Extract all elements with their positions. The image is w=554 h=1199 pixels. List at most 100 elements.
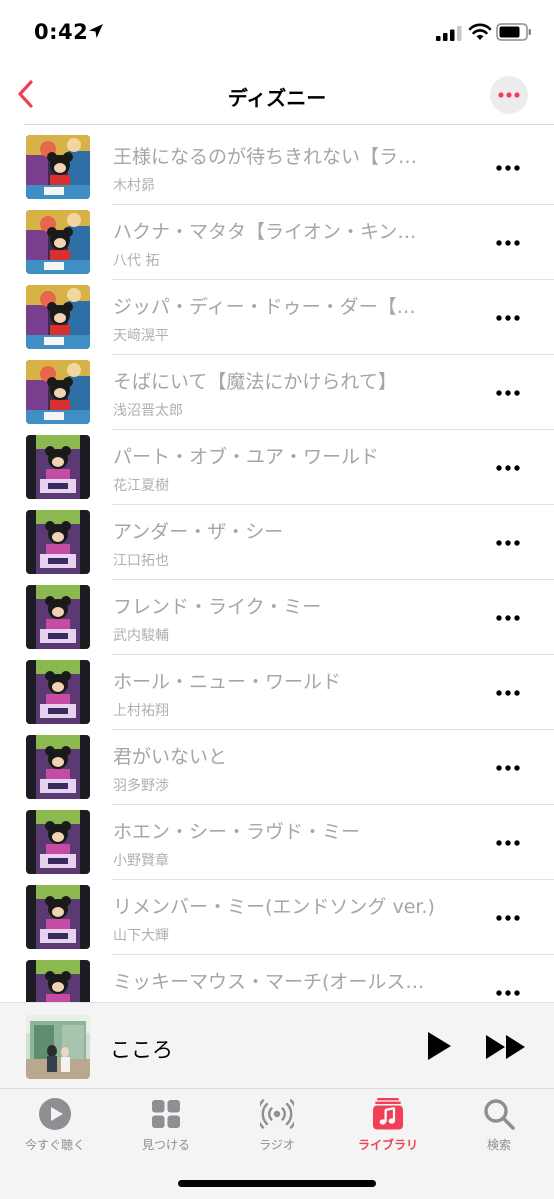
ellipsis-icon <box>496 840 520 846</box>
song-more-button[interactable] <box>492 156 526 180</box>
ellipsis-icon <box>496 165 520 171</box>
song-title: ハクナ・マタタ【ライオン・キン… <box>113 221 417 243</box>
song-artist: 武内駿輔 <box>113 628 169 644</box>
song-title: パート・オブ・ユア・ワールド <box>113 446 380 468</box>
song-row[interactable]: ハクナ・マタタ【ライオン・キン… 八代 拓 <box>0 205 554 280</box>
tab-label: ライブラリ <box>357 1138 418 1152</box>
tab-browse[interactable]: 見つける <box>111 1089 221 1159</box>
divider <box>24 124 554 125</box>
song-row[interactable]: パート・オブ・ユア・ワールド花江夏樹 <box>0 430 554 505</box>
battery-icon <box>496 23 531 41</box>
tab-radio[interactable]: ラジオ <box>222 1089 332 1159</box>
song-more-button[interactable] <box>492 606 526 630</box>
play-button[interactable] <box>424 1030 454 1062</box>
song-title: ホエン・シー・ラヴド・ミー <box>113 821 361 843</box>
album-artwork <box>26 885 90 949</box>
album-artwork <box>26 660 90 724</box>
more-options-button[interactable] <box>490 76 528 114</box>
ellipsis-icon <box>496 240 520 246</box>
song-list[interactable]: 王様になるのが待ちきれない【ラ… 木村昴ハクナ・マタタ【ライオン・キン… 八代 拓ジ… <box>0 130 554 1002</box>
album-artwork <box>26 360 90 424</box>
song-title: 王様になるのが待ちきれない【ラ… <box>113 146 418 168</box>
album-artwork <box>26 735 90 799</box>
ellipsis-icon <box>496 465 520 471</box>
song-title: ミッキーマウス・マーチ(オールス… <box>113 971 425 993</box>
music-library-icon <box>373 1098 403 1130</box>
ellipsis-icon <box>496 615 520 621</box>
song-row[interactable]: リメンバー・ミー(エンドソング ver.) 山下大輝 <box>0 880 554 955</box>
tab-listen-now[interactable]: 今すぐ聴く <box>0 1089 110 1159</box>
cellular-signal-icon <box>436 26 462 41</box>
now-playing-artwork[interactable] <box>26 1015 90 1079</box>
song-more-button[interactable] <box>492 831 526 855</box>
ellipsis-icon <box>496 315 520 321</box>
song-artist: 八代 拓 <box>113 253 160 269</box>
ellipsis-icon <box>496 990 520 996</box>
song-title: リメンバー・ミー(エンドソング ver.) <box>113 896 435 918</box>
song-more-button[interactable] <box>492 231 526 255</box>
song-more-button[interactable] <box>492 906 526 930</box>
page-title: ディズニー <box>227 86 327 110</box>
magnifier-icon <box>484 1099 515 1130</box>
song-row[interactable]: アンダー・ザ・シー江口拓也 <box>0 505 554 580</box>
music-app-screen: 0:42 ディズニー 王様になるのが待ちきれない【ラ… 木村昴 ハクナ・マタタ【… <box>0 0 554 1199</box>
song-more-button[interactable] <box>492 456 526 480</box>
album-artwork <box>26 210 90 274</box>
song-artist: 花江夏樹 <box>113 478 169 494</box>
song-title: フレンド・ライク・ミー <box>113 596 322 618</box>
song-more-button[interactable] <box>492 681 526 705</box>
song-artist: 木村昴 <box>113 178 155 194</box>
tab-library[interactable]: ライブラリ <box>333 1089 443 1159</box>
song-artist: 小野賢章 <box>113 853 169 869</box>
song-row[interactable]: ジッパ・ディー・ドゥー・ダー【… 天﨑滉平 <box>0 280 554 355</box>
tab-search[interactable]: 検索 <box>444 1089 554 1159</box>
song-row[interactable]: 王様になるのが待ちきれない【ラ… 木村昴 <box>0 130 554 205</box>
song-artist: 江口拓也 <box>113 553 169 569</box>
song-more-button[interactable] <box>492 531 526 555</box>
album-artwork <box>26 585 90 649</box>
home-indicator[interactable] <box>178 1180 376 1187</box>
song-artist: 羽多野渉 <box>113 778 169 794</box>
tab-label: 今すぐ聴く <box>24 1138 85 1152</box>
song-title: ジッパ・ディー・ドゥー・ダー【… <box>113 296 416 318</box>
ellipsis-icon <box>496 765 520 771</box>
song-title: ホール・ニュー・ワールド <box>113 671 342 693</box>
album-artwork <box>26 810 90 874</box>
song-title: アンダー・ザ・シー <box>113 521 284 543</box>
song-more-button[interactable] <box>492 981 526 1002</box>
song-more-button[interactable] <box>492 306 526 330</box>
ellipsis-icon <box>496 915 520 921</box>
tab-label: 見つける <box>141 1138 190 1152</box>
ellipsis-icon <box>498 92 520 98</box>
song-row[interactable]: ミッキーマウス・マーチ(オールス… <box>0 955 554 1002</box>
ellipsis-icon <box>496 540 520 546</box>
mini-player[interactable]: こころ <box>0 1002 554 1088</box>
ellipsis-icon <box>496 690 520 696</box>
song-more-button[interactable] <box>492 756 526 780</box>
tab-label: 検索 <box>486 1138 511 1152</box>
song-artist: 山下大輝 <box>113 928 169 944</box>
play-circle-icon <box>39 1098 71 1130</box>
navigation-bar: ディズニー <box>0 62 554 126</box>
song-more-button[interactable] <box>492 381 526 405</box>
tab-label: ラジオ <box>259 1138 295 1152</box>
song-title: そばにいて【魔法にかけられて】 <box>113 371 397 393</box>
album-artwork <box>26 435 90 499</box>
now-playing-title[interactable]: こころ <box>110 1034 173 1064</box>
song-row[interactable]: 君がいないと 羽多野渉 <box>0 730 554 805</box>
status-time: 0:42 <box>34 20 89 44</box>
grid-icon <box>152 1100 180 1128</box>
fast-forward-icon <box>486 1035 525 1059</box>
song-row[interactable]: フレンド・ライク・ミー武内駿輔 <box>0 580 554 655</box>
album-artwork <box>26 960 90 1002</box>
wifi-icon <box>468 23 492 40</box>
ellipsis-icon <box>496 390 520 396</box>
location-arrow-icon <box>89 24 103 38</box>
play-icon <box>428 1032 451 1060</box>
song-row[interactable]: ホエン・シー・ラヴド・ミー小野賢章 <box>0 805 554 880</box>
album-artwork <box>26 510 90 574</box>
album-artwork <box>26 135 90 199</box>
song-row[interactable]: そばにいて【魔法にかけられて】 浅沼晋太郎 <box>0 355 554 430</box>
fast-forward-button[interactable] <box>484 1033 528 1061</box>
song-row[interactable]: ホール・ニュー・ワールド 上村祐翔 <box>0 655 554 730</box>
